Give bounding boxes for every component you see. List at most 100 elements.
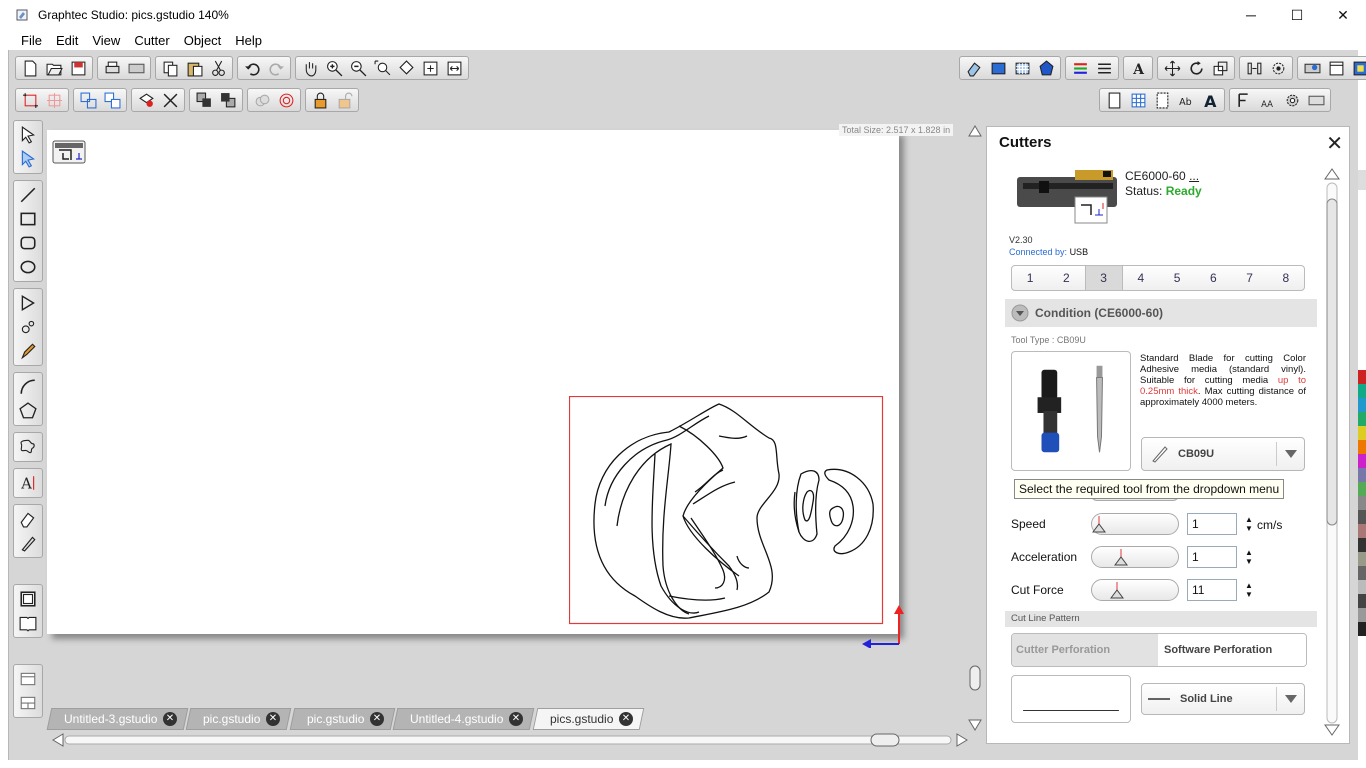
send-panel-icon[interactable] <box>1301 58 1323 78</box>
split-view-icon[interactable] <box>14 691 42 715</box>
canvas-area[interactable]: Total Size: 2.517 x 1.828 in <box>47 120 957 710</box>
unlock-icon[interactable] <box>333 90 355 110</box>
rotate-panel-icon[interactable] <box>1185 58 1207 78</box>
close-tab-icon[interactable]: ✕ <box>509 712 524 726</box>
edit-points-icon[interactable] <box>14 147 42 171</box>
page-frame-icon[interactable] <box>14 587 42 611</box>
replicate-icon[interactable] <box>1243 58 1265 78</box>
knife-tool-icon[interactable] <box>14 531 42 555</box>
fit-all-icon[interactable] <box>419 58 441 78</box>
collapse-chevron-icon[interactable] <box>1011 304 1029 322</box>
pattern-fill-icon[interactable] <box>1011 58 1033 78</box>
condition-tab-8[interactable]: 8 <box>1268 266 1304 290</box>
close-tab-icon[interactable]: ✕ <box>266 712 281 726</box>
page-setup-icon[interactable] <box>1325 58 1347 78</box>
canvas-vertical-scrollbar[interactable] <box>967 124 983 734</box>
cutter-setup-icon[interactable] <box>1305 90 1327 110</box>
cut-artwork[interactable] <box>569 396 885 628</box>
menu-cutter[interactable]: Cutter <box>127 33 176 48</box>
cut-force-input[interactable]: 11 <box>1187 579 1237 601</box>
menu-edit[interactable]: Edit <box>49 33 85 48</box>
tab-pic-2[interactable]: pic.gstudio ✕ <box>289 708 396 730</box>
weld-icon[interactable] <box>251 90 273 110</box>
menu-view[interactable]: View <box>85 33 127 48</box>
bezier-tool-icon[interactable] <box>14 315 42 339</box>
close-tab-icon[interactable]: ✕ <box>618 712 633 726</box>
group-icon[interactable] <box>77 90 99 110</box>
menu-object[interactable]: Object <box>177 33 229 48</box>
line-style-icon[interactable] <box>1093 58 1115 78</box>
freehand-pencil-icon[interactable] <box>14 339 42 363</box>
send-to-cutter-icon[interactable] <box>125 58 147 78</box>
print-icon[interactable] <box>101 58 123 78</box>
registration-marks-alt-icon[interactable] <box>43 90 65 110</box>
rectangle-tool-icon[interactable] <box>14 207 42 231</box>
condition-tab-3[interactable]: 3 <box>1084 266 1123 290</box>
scale-panel-icon[interactable] <box>1209 58 1231 78</box>
zoom-out-icon[interactable] <box>347 58 369 78</box>
grid-icon[interactable] <box>1127 90 1149 110</box>
speed-input[interactable]: 1 <box>1187 513 1237 535</box>
flower-shape-icon[interactable] <box>14 435 42 459</box>
tab-untitled-3[interactable]: Untitled-3.gstudio ✕ <box>46 708 189 730</box>
menu-help[interactable]: Help <box>228 33 269 48</box>
cut-border-icon[interactable] <box>1151 90 1173 110</box>
acceleration-slider[interactable] <box>1091 546 1179 568</box>
color-palette-strip[interactable] <box>1358 170 1366 690</box>
condition-tab-1[interactable]: 1 <box>1012 266 1048 290</box>
zoom-in-icon[interactable] <box>323 58 345 78</box>
font-icon[interactable]: A <box>1199 90 1221 110</box>
line-tool-icon[interactable] <box>14 183 42 207</box>
move-panel-icon[interactable] <box>1161 58 1183 78</box>
condition-tab-5[interactable]: 5 <box>1159 266 1195 290</box>
eraser-icon[interactable] <box>963 58 985 78</box>
library-book-icon[interactable] <box>14 611 42 635</box>
menu-file[interactable]: File <box>14 33 49 48</box>
close-tab-icon[interactable]: ✕ <box>163 712 178 726</box>
open-folder-icon[interactable] <box>43 58 65 78</box>
ellipse-tool-icon[interactable] <box>14 255 42 279</box>
pan-hand-icon[interactable] <box>299 58 321 78</box>
acceleration-spinner[interactable]: ▲ ▼ <box>1245 548 1255 566</box>
condition-tab-2[interactable]: 2 <box>1048 266 1084 290</box>
registration-panel-icon[interactable] <box>1349 58 1366 78</box>
software-perforation-option[interactable]: Software Perforation <box>1158 634 1306 666</box>
save-icon[interactable] <box>67 58 89 78</box>
undo-icon[interactable] <box>241 58 263 78</box>
zoom-selection-icon[interactable] <box>371 58 393 78</box>
redo-icon[interactable] <box>265 58 287 78</box>
rounded-rectangle-tool-icon[interactable] <box>14 231 42 255</box>
single-view-icon[interactable] <box>14 667 42 691</box>
line-style-dropdown[interactable]: Solid Line <box>1141 683 1305 715</box>
text-path-icon[interactable] <box>1233 90 1255 110</box>
minimize-button[interactable]: ─ <box>1228 0 1274 30</box>
paste-icon[interactable] <box>183 58 205 78</box>
zoom-page-icon[interactable] <box>395 58 417 78</box>
page-view-icon[interactable] <box>1103 90 1125 110</box>
acceleration-input[interactable]: 1 <box>1187 546 1237 568</box>
tab-pics[interactable]: pics.gstudio ✕ <box>532 708 645 730</box>
preferences-gear-icon[interactable] <box>1281 90 1303 110</box>
condition-tab-6[interactable]: 6 <box>1195 266 1231 290</box>
lock-icon[interactable] <box>309 90 331 110</box>
tab-pic-1[interactable]: pic.gstudio ✕ <box>186 708 293 730</box>
text-size-icon[interactable]: AA <box>1257 90 1279 110</box>
tool-select-dropdown[interactable]: CB09U <box>1141 437 1305 471</box>
cutter-details-link[interactable]: ... <box>1189 169 1199 183</box>
dropdown-arrow-icon[interactable] <box>1276 687 1304 711</box>
line-color-icon[interactable] <box>1069 58 1091 78</box>
copy-icon[interactable] <box>159 58 181 78</box>
release-compound-icon[interactable] <box>159 90 181 110</box>
text-edit-icon[interactable]: Ab <box>1175 90 1197 110</box>
cutter-perforation-option[interactable]: Cutter Perforation <box>1012 634 1158 666</box>
close-window-button[interactable]: ✕ <box>1320 0 1366 30</box>
offset-icon[interactable] <box>275 90 297 110</box>
send-back-icon[interactable] <box>217 90 239 110</box>
polygon-tool-icon[interactable] <box>14 291 42 315</box>
canvas-horizontal-scrollbar[interactable] <box>51 732 969 748</box>
ungroup-icon[interactable] <box>101 90 123 110</box>
text-style-icon[interactable]: A <box>1127 58 1149 78</box>
slider-thumb-icon[interactable] <box>1110 580 1124 600</box>
arc-tool-icon[interactable] <box>14 375 42 399</box>
pentagon-tool-icon[interactable] <box>14 399 42 423</box>
